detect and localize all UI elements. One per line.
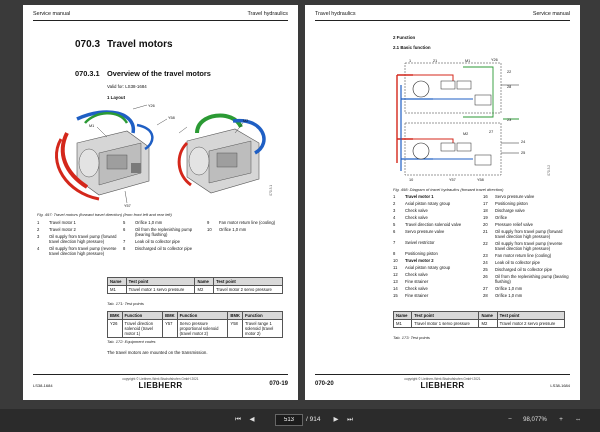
last-page-icon[interactable]: ⏭ [344,414,356,426]
header-left: Service manual [33,11,71,17]
function-heading: 2 Function [393,35,416,40]
hydraulic-schematic: 1 21 M1 Y26 22 28 27 M2 23 24 25 10 Y57 … [396,58,525,182]
travel-motor-1-drawing [55,110,154,201]
page-total: / 914 [306,416,321,423]
travel-motor-2-drawing [177,113,266,194]
liebherr-logo: LIEBHERR [420,381,465,390]
legend-col-1: 1 Travel motor 1 2 Axial piston rotary gro… [393,194,462,298]
svg-text:22: 22 [507,70,511,74]
footer-code: LS38-1684 [550,383,570,388]
zoom-out-icon[interactable]: − [504,414,516,426]
note-text: The travel motors are mounted on the tra… [107,350,208,355]
liebherr-logo: LIEBHERR [138,381,183,390]
subsection-number: 070.3.1 [75,69,100,78]
svg-text:Y57: Y57 [124,204,131,208]
svg-text:27: 27 [489,130,493,134]
next-page-icon[interactable]: ▶ [330,414,342,426]
svg-text:Y58: Y58 [477,178,484,182]
svg-text:21: 21 [433,59,437,63]
svg-text:28: 28 [507,85,511,89]
test-points-table: Name Test point Name Test point M1 Travel m… [392,311,566,328]
svg-text:23: 23 [507,118,511,122]
travel-motors-illustration: Y26 M1 Y57 Y58 M2 [55,104,266,208]
layout-heading: 1 Layout [107,95,126,100]
figure-caption: Fig. 497: Travel motors (forward travel … [37,212,172,217]
test-points-table: Name Test point Name Test point M1 Travel m… [107,277,283,294]
svg-text:M1: M1 [89,124,94,128]
page-number-input[interactable] [275,414,303,426]
page-footer: copyright © Liebherr-Werk Bischofshofen … [315,374,570,390]
first-page-icon[interactable]: ⏮ [232,414,244,426]
page-header: Travel hydraulics Service manual [315,11,570,21]
previous-page-icon[interactable]: ◀ [246,414,258,426]
figure-id: 070.3.2 [547,165,551,176]
header-right: Travel hydraulics [247,11,288,17]
legend-col-2: 5 Orifice 1,0 mm 6 Oil from the replenishi… [123,220,193,251]
table-caption: Tab. 172: Equipment codes [107,339,156,344]
section-title-text: Travel motors [107,39,173,50]
viewer-toolbar: ⏮ ◀ / 914 ▶ ⏭ − 98,077% + ⇔ [0,409,600,432]
zoom-in-icon[interactable]: + [555,414,567,426]
table-row: Y26 Travel direction solenoid (travel mot… [107,319,284,338]
svg-text:Y58: Y58 [168,116,175,120]
svg-text:24: 24 [521,140,525,144]
svg-text:10: 10 [409,178,413,182]
table-row: M1 Travel motor 1 servo pressure M2 Travel… [107,285,283,294]
section-number: 070.3 [75,39,101,50]
section-title: 070.3 Travel motors [75,39,173,50]
equipment-codes-table: BMK Function BMK Function BMK Function Y26 T… [107,311,284,338]
document-page-left: Service manual Travel hydraulics 070.3 Tr… [23,5,298,400]
page-header: Service manual Travel hydraulics [33,11,288,21]
table-caption: Tab. 173: Test points [393,335,430,340]
svg-text:Y26: Y26 [148,104,155,108]
subsection-title: 070.3.1 Overview of the travel motors [75,69,211,78]
valid-for: Valid for: LS38-1684 [107,84,147,89]
figure-caption: Fig. 498: Diagram of travel hydraulics (… [393,187,504,192]
subsection-title-text: Overview of the travel motors [107,69,211,78]
svg-text:Y57: Y57 [449,178,456,182]
legend-col-3: 9 Fan motor return line (cooling) 10 Orifi… [207,220,276,232]
page-footer: copyright © Liebherr-Werk Bischofshofen … [33,374,288,390]
legend-col-1: 1 Travel motor 1 2 Travel motor 2 3 Oil sup… [37,220,117,256]
header-right: Service manual [532,11,570,17]
legend-col-2: 16 Servo pressure valve 17 Positioning pis… [483,194,569,298]
document-page-right: Travel hydraulics Service manual 2 Funct… [305,5,580,400]
zoom-level[interactable]: 98,077% [517,414,553,426]
svg-text:M1: M1 [465,59,470,63]
page-number: 070-19 [269,381,288,387]
figure-id: 070.3.1 [269,185,273,196]
table-caption: Tab. 171: Test points [107,301,144,306]
basic-function-heading: 2.1 Basic function [393,45,431,50]
fit-width-icon[interactable]: ⇔ [572,414,584,426]
header-left: Travel hydraulics [315,11,356,17]
svg-text:1: 1 [409,59,411,63]
svg-text:M2: M2 [243,119,248,123]
svg-text:Y26: Y26 [491,58,498,62]
table-row: M1 Travel motor 1 servo pressure M2 Travel… [392,319,566,328]
svg-text:M2: M2 [463,132,468,136]
svg-text:25: 25 [521,151,525,155]
